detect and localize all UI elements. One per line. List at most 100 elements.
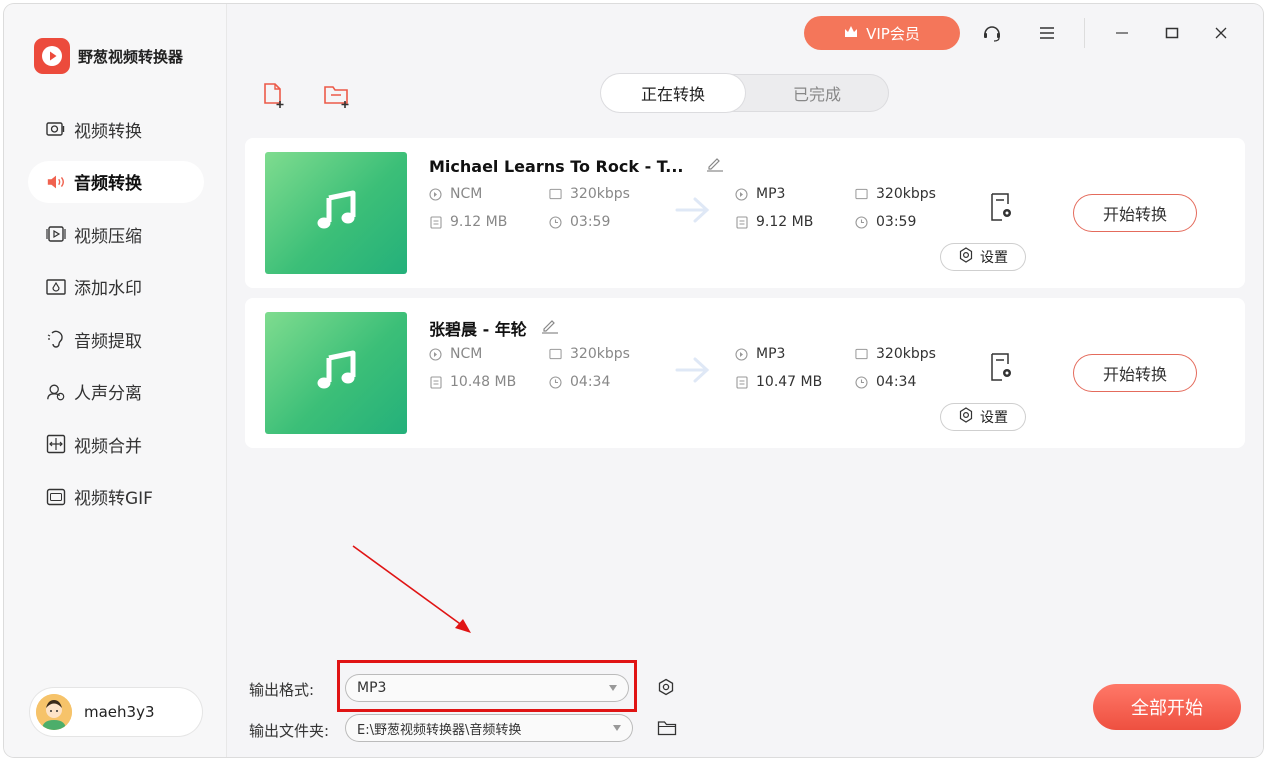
maximize-icon[interactable] (1159, 20, 1185, 46)
sidebar-item-video-compress[interactable]: 视频压缩 (28, 213, 204, 255)
file-card: 张碧晨 - 年轮 NCM 320kbps 10.48 MB 04:34 MP3 … (245, 298, 1245, 448)
dst-duration-value: 04:34 (876, 374, 917, 390)
video-convert-icon (46, 119, 66, 139)
edit-name-icon[interactable] (541, 318, 559, 338)
convert-arrow-icon (675, 196, 711, 228)
app-logo: 野葱视频转换器 (34, 38, 183, 74)
menu-icon[interactable] (1034, 20, 1060, 46)
close-icon[interactable] (1208, 20, 1234, 46)
dst-format: MP3 (735, 346, 785, 362)
tab-converting[interactable]: 正在转换 (601, 74, 745, 112)
clock-icon (549, 375, 562, 389)
video-compress-icon (46, 224, 66, 244)
bitrate-icon (855, 188, 868, 201)
file-thumbnail (265, 312, 407, 434)
sidebar-item-label: 视频转换 (74, 121, 142, 142)
dst-bitrate-value: 320kbps (876, 346, 936, 362)
src-format-value: NCM (450, 346, 483, 362)
format-settings-icon[interactable] (657, 678, 675, 700)
minimize-icon[interactable] (1109, 20, 1135, 46)
src-bitrate: 320kbps (549, 346, 630, 362)
file-settings-icon[interactable] (989, 192, 1015, 226)
sidebar-item-vocal-separate[interactable]: 人声分离 (28, 371, 204, 413)
folder-icon[interactable] (657, 719, 677, 741)
sidebar-item-gif[interactable]: 视频转GIF (28, 476, 204, 518)
sidebar-nav: 视频转换 音频转换 视频压缩 添加水印 音频提取 人声分离 视频合并 视频转GI… (28, 108, 204, 528)
sidebar-item-label: 音频提取 (74, 331, 142, 352)
bitrate-icon (855, 348, 868, 361)
start-convert-button[interactable]: 开始转换 (1073, 194, 1197, 232)
dst-bitrate: 320kbps (855, 186, 936, 202)
file-title: 张碧晨 - 年轮 (429, 320, 527, 339)
user-name: maeh3y3 (84, 703, 155, 721)
sidebar-item-watermark[interactable]: 添加水印 (28, 266, 204, 308)
settings-label: 设置 (980, 250, 1008, 266)
add-file-icon[interactable] (261, 82, 287, 114)
file-size-icon (735, 375, 748, 389)
src-size: 9.12 MB (429, 214, 507, 230)
format-icon (735, 187, 748, 201)
sidebar-item-label: 视频转GIF (74, 489, 153, 509)
user-account[interactable]: maeh3y3 (30, 688, 202, 736)
main-panel: VIP会员 正在转换 已完成 Michael Learns To Rock - … (226, 4, 1263, 757)
dst-format: MP3 (735, 186, 785, 202)
src-bitrate: 320kbps (549, 186, 630, 202)
app-window: 野葱视频转换器 视频转换 音频转换 视频压缩 添加水印 音频提取 人声分离 视频… (4, 4, 1263, 757)
start-convert-button[interactable]: 开始转换 (1073, 354, 1197, 392)
settings-gear-icon (958, 407, 974, 427)
src-duration-value: 04:34 (570, 374, 611, 390)
src-format: NCM (429, 186, 482, 202)
dst-bitrate: 320kbps (855, 346, 936, 362)
audio-convert-icon (46, 172, 66, 192)
format-icon (429, 347, 442, 361)
music-note-icon (316, 350, 356, 396)
src-format: NCM (429, 346, 482, 362)
format-icon (429, 187, 442, 201)
file-settings-icon[interactable] (989, 352, 1015, 386)
gif-icon (46, 487, 66, 507)
vip-button[interactable]: VIP会员 (804, 16, 960, 50)
src-duration: 04:34 (549, 374, 610, 390)
clock-icon (855, 375, 868, 389)
src-size-value: 10.48 MB (450, 374, 517, 390)
dst-size-value: 10.47 MB (756, 374, 823, 390)
dst-bitrate-value: 320kbps (876, 186, 936, 202)
src-bitrate-value: 320kbps (570, 346, 630, 362)
start-all-button[interactable]: 全部开始 (1093, 684, 1241, 730)
video-merge-icon (46, 434, 66, 454)
file-card: Michael Learns To Rock - T... NCM 320kbp… (245, 138, 1245, 288)
settings-button[interactable]: 设置 (941, 404, 1025, 430)
sidebar-item-label: 视频合并 (74, 436, 142, 457)
sidebar-item-label: 人声分离 (74, 384, 142, 404)
file-thumbnail (265, 152, 407, 274)
src-duration-value: 03:59 (570, 214, 611, 230)
sidebar-item-label: 音频转换 (74, 174, 142, 194)
headset-icon[interactable] (979, 20, 1005, 46)
bitrate-icon (549, 348, 562, 361)
highlight-box (337, 660, 637, 712)
sidebar: 野葱视频转换器 视频转换 音频转换 视频压缩 添加水印 音频提取 人声分离 视频… (4, 4, 226, 757)
add-folder-icon[interactable] (323, 82, 351, 114)
audio-extract-icon (46, 329, 66, 349)
dst-format-value: MP3 (756, 346, 786, 362)
output-folder-select[interactable]: E:\野葱视频转换器\音频转换 (345, 714, 633, 742)
settings-label: 设置 (980, 410, 1008, 426)
src-size: 10.48 MB (429, 374, 516, 390)
clock-icon (855, 215, 868, 229)
dst-size-value: 9.12 MB (756, 214, 814, 230)
edit-name-icon[interactable] (706, 156, 724, 176)
annotation-arrow (352, 545, 471, 633)
sidebar-item-video-convert[interactable]: 视频转换 (28, 108, 204, 150)
sidebar-item-label: 视频压缩 (74, 226, 142, 247)
sidebar-item-audio-convert[interactable]: 音频转换 (28, 160, 204, 203)
tab-completed[interactable]: 已完成 (745, 74, 889, 112)
output-folder-value: E:\野葱视频转换器\音频转换 (357, 722, 522, 738)
settings-button[interactable]: 设置 (941, 244, 1025, 270)
src-format-value: NCM (450, 186, 483, 202)
sidebar-item-audio-extract[interactable]: 音频提取 (28, 318, 204, 360)
convert-arrow-icon (675, 356, 711, 388)
file-size-icon (429, 215, 442, 229)
app-name: 野葱视频转换器 (78, 47, 184, 66)
src-bitrate-value: 320kbps (570, 186, 630, 202)
sidebar-item-video-merge[interactable]: 视频合并 (28, 423, 204, 465)
